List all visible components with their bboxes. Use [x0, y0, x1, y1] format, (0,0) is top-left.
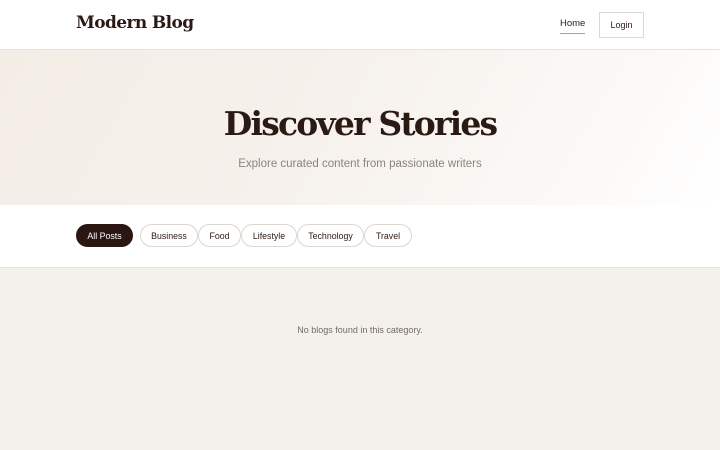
- category-chip-lifestyle[interactable]: Lifestyle: [241, 224, 297, 247]
- top-navigation-bar: Modern Blog Home Login: [0, 0, 720, 50]
- hero-title: Discover Stories: [223, 104, 498, 143]
- category-chip-business[interactable]: Business: [140, 224, 198, 247]
- category-chip-all-posts[interactable]: All Posts: [76, 224, 133, 247]
- login-button[interactable]: Login: [599, 12, 644, 38]
- category-chip-travel[interactable]: Travel: [364, 224, 412, 247]
- hero-subtitle: Explore curated content from passionate …: [238, 158, 482, 170]
- blog-list-area: No blogs found in this category.: [0, 268, 720, 450]
- category-filter-bar: All Posts Business Food Lifestyle Techno…: [0, 205, 720, 268]
- site-logo[interactable]: Modern Blog: [76, 13, 194, 33]
- category-chip-food[interactable]: Food: [198, 224, 241, 247]
- category-chip-technology[interactable]: Technology: [297, 224, 364, 247]
- empty-state-message: No blogs found in this category.: [297, 325, 423, 335]
- hero-section: Discover Stories Explore curated content…: [0, 50, 720, 205]
- nav-link-home[interactable]: Home: [560, 18, 586, 34]
